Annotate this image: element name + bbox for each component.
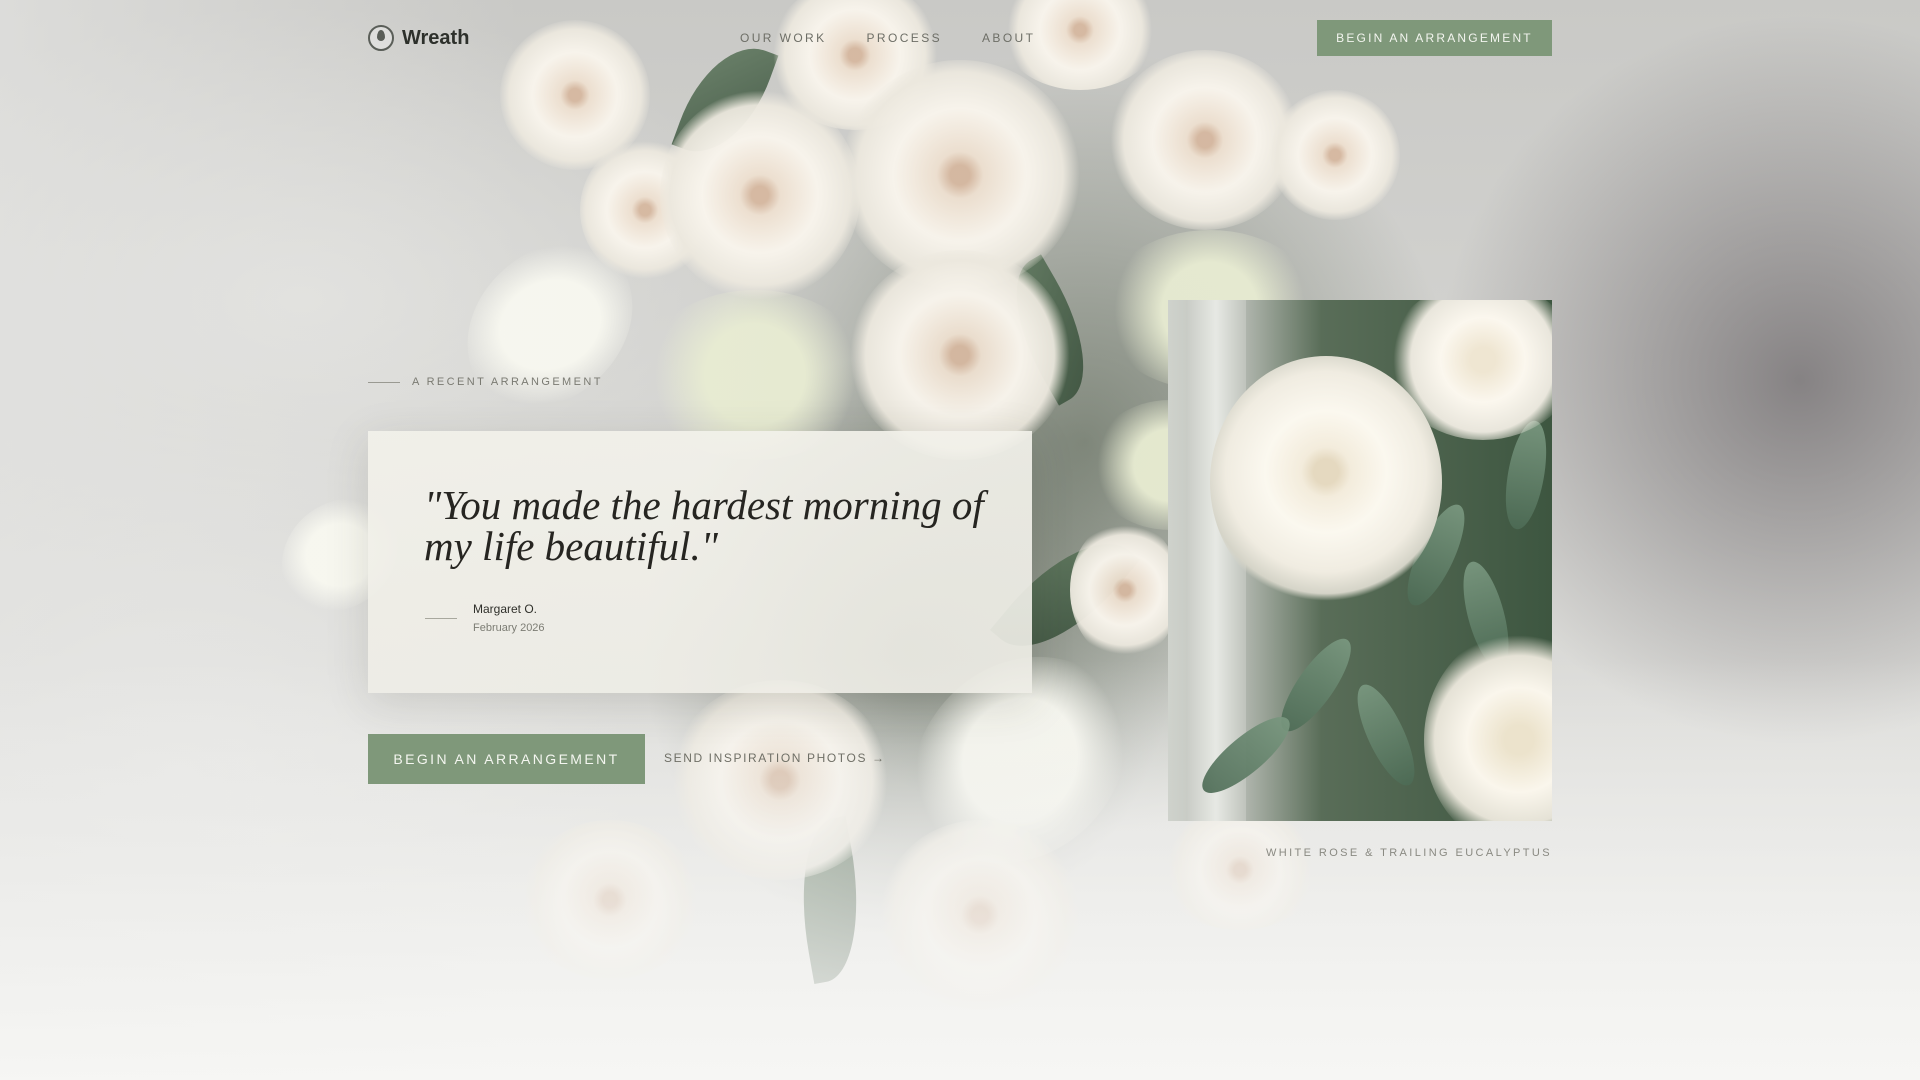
nav-about[interactable]: About (982, 31, 1035, 45)
header-begin-arrangement-button[interactable]: Begin an Arrangement (1317, 20, 1552, 56)
eyebrow: A Recent Arrangement (368, 376, 603, 388)
send-inspiration-photos-link[interactable]: Send inspiration photos → (664, 751, 886, 765)
feature-caption: White Rose & Trailing Eucalyptus (1265, 847, 1552, 859)
eyebrow-rule (368, 381, 400, 383)
author-rule (425, 618, 457, 619)
brand[interactable]: Wreath (368, 24, 469, 52)
eucalyptus-leaf (1346, 677, 1426, 793)
site-header: Wreath Our Work Process About Begin an A… (0, 0, 1920, 76)
white-rose (1210, 356, 1442, 608)
main-nav: Our Work Process About (740, 31, 1035, 45)
rose (1270, 90, 1400, 220)
mist-bottom (0, 660, 1920, 1080)
nav-our-work[interactable]: Our Work (740, 31, 827, 45)
testimonial-date: February 2026 (473, 622, 545, 634)
rose (1070, 520, 1180, 660)
nav-process[interactable]: Process (867, 31, 942, 45)
testimonial-author: Margaret O. (473, 602, 538, 616)
rose (660, 90, 860, 300)
testimonial-card: "You made the hardest morning of my life… (368, 431, 1032, 693)
brand-name: Wreath (402, 26, 470, 49)
rose-bottom-right (1424, 630, 1552, 821)
wreath-logo-icon (368, 25, 394, 51)
eyebrow-text: A Recent Arrangement (412, 376, 603, 388)
testimonial-quote: "You made the hardest morning of my life… (424, 482, 984, 569)
feature-photo (1168, 300, 1552, 821)
rose (850, 250, 1070, 460)
begin-arrangement-button[interactable]: Begin an Arrangement (368, 734, 645, 784)
